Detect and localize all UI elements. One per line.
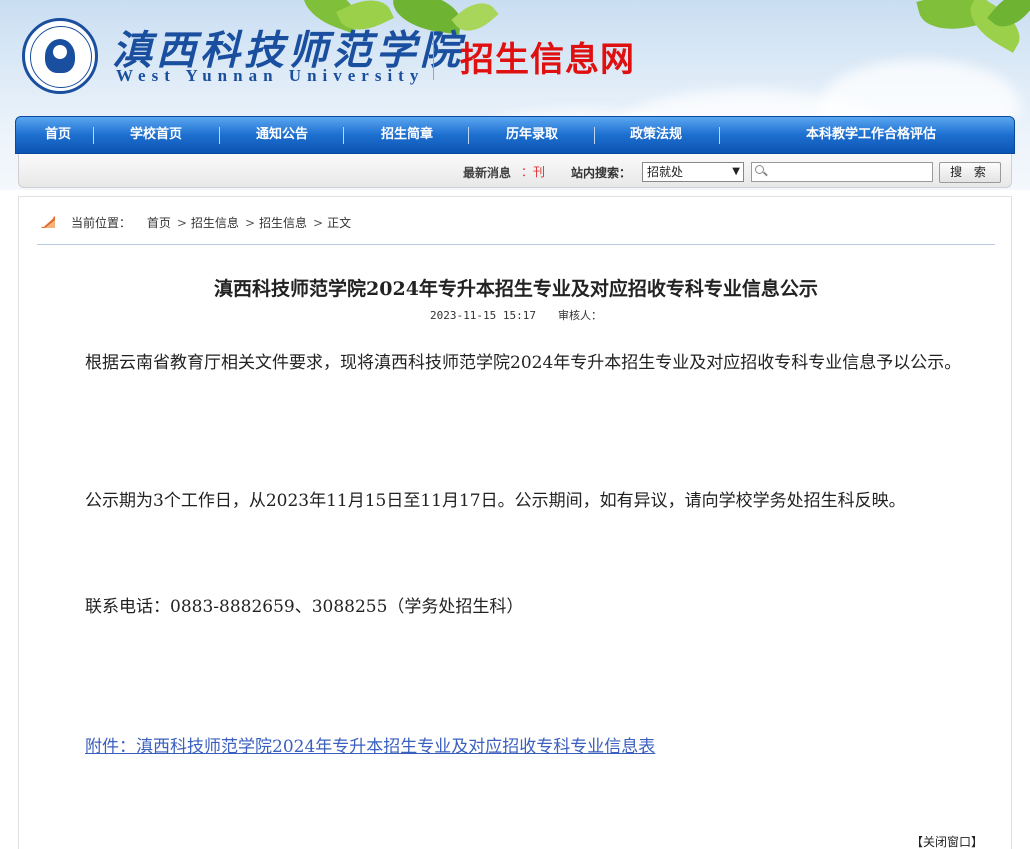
news-label: 最新消息 <box>463 166 512 180</box>
site-title: 招生信息网 <box>460 40 635 80</box>
search-input[interactable] <box>751 162 933 182</box>
breadcrumb-item-home[interactable]: 首页 <box>147 216 171 230</box>
school-name-en: West Yunnan University <box>116 66 425 85</box>
nav-item-admission-guide[interactable]: 招生简章 <box>367 117 447 153</box>
nav-divider <box>93 127 94 144</box>
search-label: 站内搜索： <box>571 166 632 180</box>
breadcrumb-item-admission-info[interactable]: 招生信息 <box>191 216 239 230</box>
nav-divider <box>719 127 720 144</box>
nav-divider <box>219 127 220 144</box>
search-scope-select[interactable]: 招就处 ▼ <box>642 162 744 182</box>
article-container: 当前位置： 首页 > 招生信息 > 招生信息 > 正文 滇西科技师范学院2024年专升本招生… <box>18 196 1012 849</box>
nav-item-past-admissions[interactable]: 历年录取 <box>492 117 572 153</box>
article-date: 2023-11-15 15:17 <box>430 309 536 322</box>
search-icon <box>755 165 764 174</box>
breadcrumb-divider <box>37 244 995 245</box>
breadcrumb: 当前位置： 首页 > 招生信息 > 招生信息 > 正文 <box>71 214 353 231</box>
breadcrumb-label: 当前位置： <box>71 216 132 230</box>
nav-divider <box>468 127 469 144</box>
breadcrumb-item-admission-info-sub[interactable]: 招生信息 <box>259 216 307 230</box>
article-reviewer: 审核人： <box>557 309 602 322</box>
breadcrumb-separator: > <box>176 216 187 230</box>
chevron-down-icon: ▼ <box>732 166 740 177</box>
nav-item-policies[interactable]: 政策法规 <box>616 117 696 153</box>
nav-divider <box>343 127 344 144</box>
nav-divider <box>594 127 595 144</box>
breadcrumb-separator: > <box>313 216 324 230</box>
nav-item-notices[interactable]: 通知公告 <box>242 117 322 153</box>
article-paragraph: 根据云南省教育厅相关文件要求，现将滇西科技师范学院2024年专升本招生专业及对应… <box>85 353 962 373</box>
article-paragraph: 联系电话：0883-8882659、3088255（学务处招生科） <box>85 597 524 617</box>
search-button[interactable]: 搜 索 <box>939 162 1001 183</box>
nav-item-school-home[interactable]: 学校首页 <box>116 117 196 153</box>
nav-item-assessment[interactable]: 本科教学工作合格评估 <box>776 117 966 153</box>
article-paragraph: 公示期为3个工作日，从2023年11月15日至11月17日。公示期间，如有异议，… <box>85 491 906 511</box>
attachment-link[interactable]: 附件：滇西科技师范学院2024年专升本招生专业及对应招收专科专业信息表 <box>85 731 1025 764</box>
school-logo[interactable] <box>22 18 98 94</box>
article-meta: 2023-11-15 15:17 审核人： <box>19 307 1013 323</box>
nav-item-home[interactable]: 首页 <box>30 117 86 153</box>
main-nav: 首页 学校首页 通知公告 招生简章 历年录取 政策法规 本科教学工作合格评估 <box>15 116 1015 154</box>
utility-bar: 最新消息 ：刊 站内搜索： 招就处 ▼ 搜 索 <box>18 154 1012 188</box>
search-scope-value: 招就处 <box>647 165 684 179</box>
header-divider <box>433 30 434 80</box>
close-window-link[interactable]: 【关闭窗口】 <box>911 833 983 849</box>
location-icon <box>41 216 55 228</box>
news-ticker[interactable]: ：刊 <box>521 163 545 180</box>
breadcrumb-item-current: 正文 <box>327 216 352 230</box>
article-title: 滇西科技师范学院2024年专升本招生专业及对应招收专科专业信息公示 <box>214 278 818 300</box>
breadcrumb-separator: > <box>244 216 255 230</box>
